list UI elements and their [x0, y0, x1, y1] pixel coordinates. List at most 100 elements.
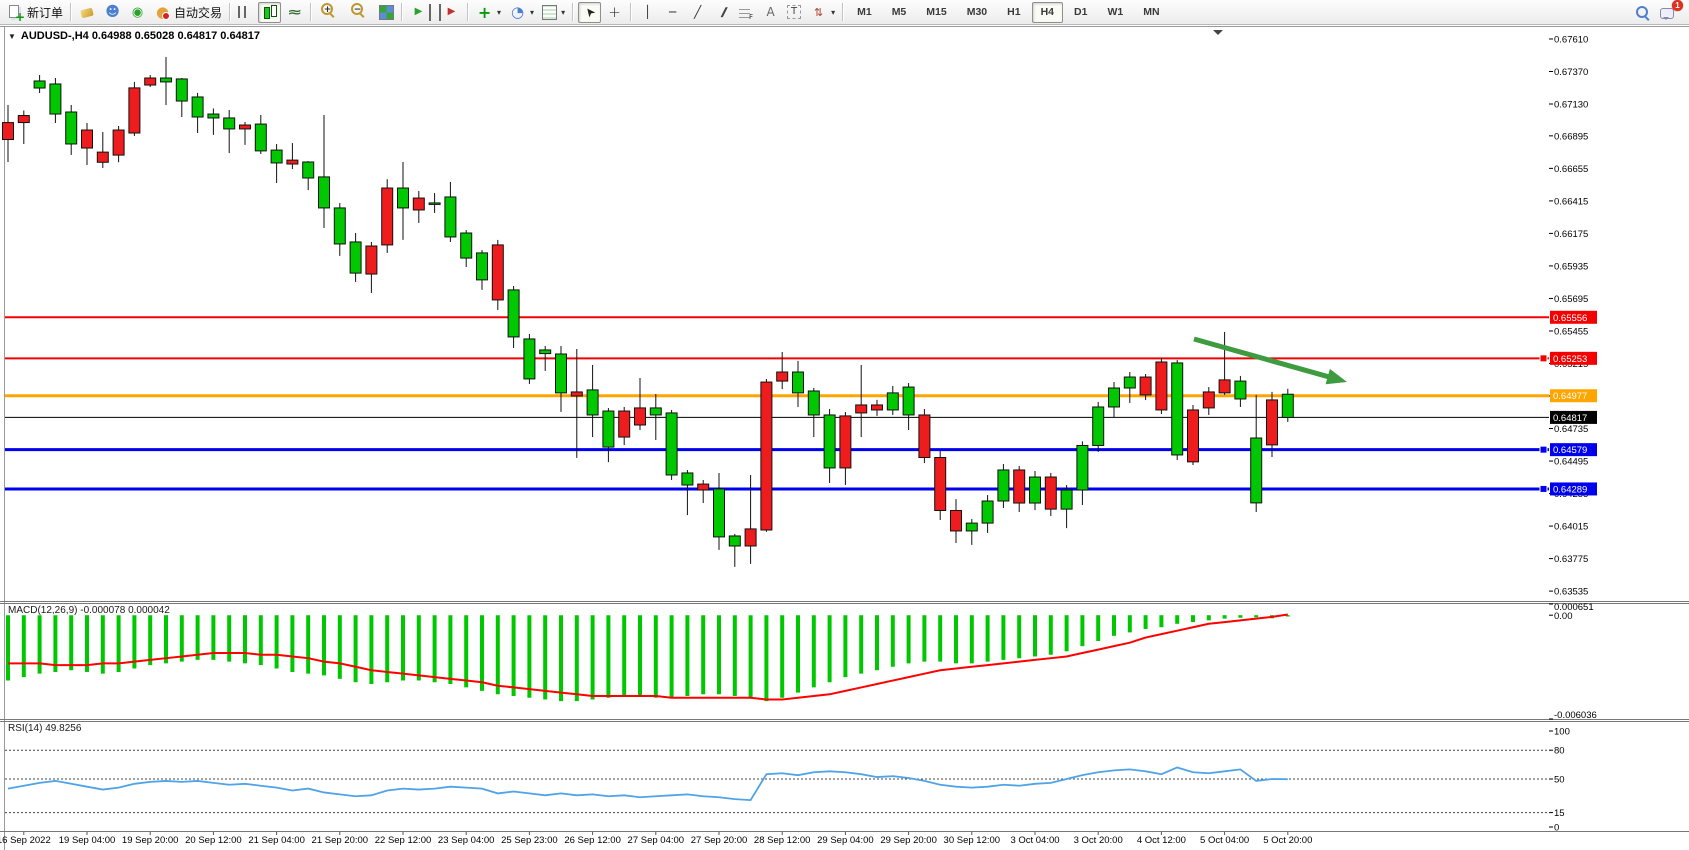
auto-scroll-button[interactable]: ▶ — [407, 2, 434, 23]
price-tick-label: 0.67370 — [1554, 67, 1588, 78]
tile-windows-button[interactable] — [376, 2, 397, 23]
dropdown-arrow-icon[interactable]: ▾ — [831, 8, 835, 17]
candle-body — [887, 393, 898, 410]
candle-body — [698, 484, 709, 490]
candle-body — [477, 253, 488, 280]
price-badge-label: 0.64977 — [1553, 391, 1587, 402]
chart-title-text: AUDUSD-,H4 0.64988 0.65028 0.64817 0.648… — [21, 30, 260, 42]
fibonacci-button[interactable] — [736, 2, 757, 23]
templates-button[interactable]: ▾ — [539, 2, 568, 23]
toolbar-group: 新订单 — [4, 2, 66, 23]
candle-body — [1109, 388, 1120, 407]
autotrade-button[interactable]: 自动交易 — [151, 2, 225, 23]
tf-w1-button[interactable]: W1 — [1098, 2, 1132, 23]
candle-body — [1219, 380, 1230, 393]
tf-h4-button-label: H4 — [1035, 6, 1060, 18]
toolbar-group: M1M5M15M30H1 H4 D1 W1 MN — [848, 2, 1168, 23]
tf-d1-button-label: D1 — [1068, 6, 1093, 18]
cursor-button[interactable]: ➤ — [578, 2, 601, 23]
price-tick-label: 0.65695 — [1554, 294, 1588, 305]
new-order-button[interactable]: 新订单 — [4, 2, 66, 23]
line-chart-button[interactable]: ≈ — [283, 2, 306, 23]
candle-chart-button[interactable] — [258, 2, 281, 23]
dropdown-arrow-icon[interactable]: ▾ — [561, 8, 565, 17]
search-button[interactable] — [1631, 2, 1654, 23]
arrows-button[interactable]: ⇅▾ — [807, 2, 838, 23]
candle-body — [192, 97, 203, 117]
template-icon — [542, 5, 557, 20]
candle-body — [145, 78, 156, 85]
candle-body — [129, 88, 140, 133]
price-tick-label: 0.66175 — [1554, 229, 1588, 240]
tf-mn-button[interactable]: MN — [1134, 2, 1168, 23]
price-badge-label: 0.64289 — [1553, 484, 1587, 495]
toolbar-separator — [229, 3, 231, 21]
periods-button[interactable]: ◔▾ — [506, 2, 537, 23]
candle-body — [951, 510, 962, 530]
zoom-in-button[interactable]: + — [316, 2, 344, 23]
toolbar-group: +▾◔▾▾ — [473, 2, 568, 23]
line-handle — [1540, 355, 1547, 362]
toolbar-group: ➤+ — [578, 2, 626, 23]
bar-chart-button[interactable] — [235, 2, 256, 23]
candle-body — [587, 390, 598, 415]
candle-body — [556, 354, 567, 393]
tf-m5-button[interactable]: M5 — [883, 2, 916, 23]
label-button[interactable]: T — [784, 2, 805, 23]
tf-w1-button-label: W1 — [1101, 6, 1129, 18]
time-label: 23 Sep 04:00 — [438, 835, 495, 846]
tf-m30-button[interactable]: M30 — [958, 2, 996, 23]
tf-h1-button[interactable]: H1 — [998, 2, 1029, 23]
price-tick-label: 0.67610 — [1554, 34, 1588, 45]
tf-h4-button[interactable]: H4 — [1032, 2, 1063, 23]
tile-icon — [379, 5, 394, 20]
tf-d1-button[interactable]: D1 — [1065, 2, 1096, 23]
time-label: 29 Sep 20:00 — [880, 835, 937, 846]
candle-body — [82, 130, 93, 148]
data-window-button[interactable]: ☻ — [101, 2, 124, 23]
candle-body — [1267, 400, 1278, 445]
rsi-tick-label: 80 — [1554, 746, 1565, 757]
alerts-button[interactable]: ◉ — [126, 2, 149, 23]
indicator-plus-icon: + — [476, 4, 493, 21]
zoom-out-button[interactable]: − — [346, 2, 374, 23]
chat-button[interactable]: 1 — [1656, 2, 1679, 23]
candle-body — [777, 372, 788, 381]
vline-button[interactable]: │ — [636, 2, 659, 23]
rsi-tick-label: 0 — [1554, 823, 1559, 834]
candle-body — [113, 130, 124, 155]
hline-icon: ─ — [664, 4, 681, 21]
time-label: 27 Sep 04:00 — [628, 835, 685, 846]
time-label: 22 Sep 12:00 — [375, 835, 432, 846]
dropdown-arrow-icon[interactable]: ▾ — [497, 8, 501, 17]
price-tick-label: 0.65935 — [1554, 261, 1588, 272]
candle-body — [524, 339, 535, 379]
chart-canvas[interactable]: 0.676100.673700.671300.668950.666550.664… — [0, 0, 1689, 850]
magnifier-icon — [1634, 4, 1651, 21]
market-watch-button[interactable] — [76, 2, 99, 23]
tf-m15-button[interactable]: M15 — [917, 2, 955, 23]
candle-body — [382, 188, 393, 245]
toolbar-group: ▶▶ — [407, 2, 463, 23]
rsi-tick-label: 100 — [1554, 727, 1570, 738]
chart-shift-button[interactable]: ▶ — [436, 2, 463, 23]
trendline-button[interactable]: ╱ — [686, 2, 709, 23]
candle-body — [366, 246, 377, 274]
new-order-button-label: 新订单 — [27, 4, 63, 21]
line-handle — [1540, 485, 1547, 492]
bars-icon — [238, 6, 250, 18]
candle-body — [161, 78, 172, 82]
crosshair-button[interactable]: + — [603, 2, 626, 23]
text-boxed-icon: T — [787, 5, 801, 19]
symbol-dropdown-icon[interactable]: ▼ — [8, 32, 16, 41]
candle-body — [1235, 381, 1246, 399]
candle-body — [635, 408, 646, 425]
candle-body — [66, 112, 77, 144]
toolbar-separator — [70, 3, 72, 21]
indicators-button[interactable]: +▾ — [473, 2, 504, 23]
tf-m1-button[interactable]: M1 — [848, 2, 881, 23]
channel-button[interactable]: ∕∕ — [711, 2, 734, 23]
hline-button[interactable]: ─ — [661, 2, 684, 23]
dropdown-arrow-icon[interactable]: ▾ — [530, 8, 534, 17]
text-button[interactable]: A — [759, 2, 782, 23]
